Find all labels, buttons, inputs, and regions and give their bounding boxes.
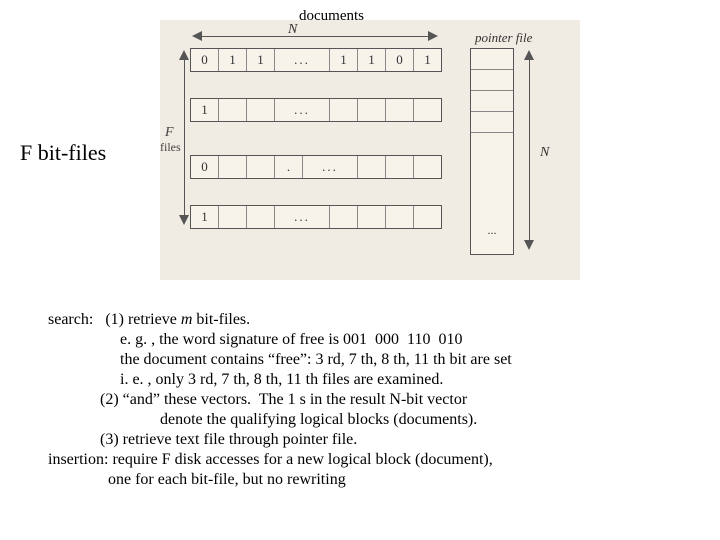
n-height-arrow [525,50,535,250]
bit-cell: 1 [414,49,441,71]
bit-cell [358,156,386,178]
bit-cell: 1 [330,49,358,71]
bit-cell [219,156,247,178]
pointer-file-label: pointer file [475,30,532,46]
insertion-label: insertion: [48,451,108,468]
bit-row-1: 0 1 1 ... 1 1 0 1 [190,48,442,72]
f-bit-files-heading: F bit-files [20,140,106,166]
bit-cell: 1 [191,206,219,228]
eg-line: e. g. , the word signature of free is 00… [120,331,462,348]
n-right-label: N [540,145,549,161]
insertion-a: require F disk accesses for a new logica… [108,451,492,468]
bit-cell-ellipsis: ... [275,49,330,71]
step1-b: bit-files. [192,311,250,328]
doc-contains-line: the document contains “free”: 3 rd, 7 th… [120,351,512,368]
bit-cell [330,206,358,228]
bit-cell [247,156,275,178]
bitfile-diagram: N F files 0 1 1 ... 1 1 0 1 1 ... 0 . ..… [160,20,580,280]
bit-cell [219,99,247,121]
bit-cell-ellipsis: ... [303,156,358,178]
bit-cell [386,206,414,228]
insertion-b: one for each bit-file, but no rewriting [108,471,346,488]
bit-cell: 0 [191,49,219,71]
search-label: search: [48,311,93,328]
description-text: search: (1) retrieve m bit-files. e. g. … [48,310,700,490]
bit-cell: 1 [247,49,275,71]
step2b-line: denote the qualifying logical blocks (do… [160,411,477,428]
bit-cell [414,156,441,178]
bit-row-2: 1 ... [190,98,442,122]
bit-row-3: 0 . ... [190,155,442,179]
n-width-arrow [190,32,440,42]
bit-cell [219,206,247,228]
bit-cell-ellipsis: ... [275,206,330,228]
f-height-arrow [180,50,190,225]
step2a-line: (2) “and” these vectors. The 1 s in the … [100,391,467,408]
bit-cell: 0 [386,49,414,71]
step3-line: (3) retrieve text file through pointer f… [100,431,357,448]
bit-cell: 1 [358,49,386,71]
step1-m: m [181,311,193,328]
bit-cell [330,99,358,121]
bit-cell: . [275,156,303,178]
bit-cell [358,99,386,121]
bit-cell: 0 [191,156,219,178]
f-label: F [165,125,174,141]
bit-row-4: 1 ... [190,205,442,229]
bit-cell [386,99,414,121]
pointer-file-box: ... [470,48,514,255]
files-label: files [160,140,181,155]
bit-cell [247,99,275,121]
bit-cell [358,206,386,228]
step1-a: (1) retrieve [105,311,181,328]
bit-cell: 1 [219,49,247,71]
bit-cell [414,206,441,228]
ie-line: i. e. , only 3 rd, 7 th, 8 th, 11 th fil… [120,371,443,388]
bit-cell [386,156,414,178]
pointer-ellipsis: ... [471,223,513,237]
bit-cell [247,206,275,228]
bit-cell-ellipsis: ... [275,99,330,121]
bit-cell: 1 [191,99,219,121]
bit-cell [414,99,441,121]
